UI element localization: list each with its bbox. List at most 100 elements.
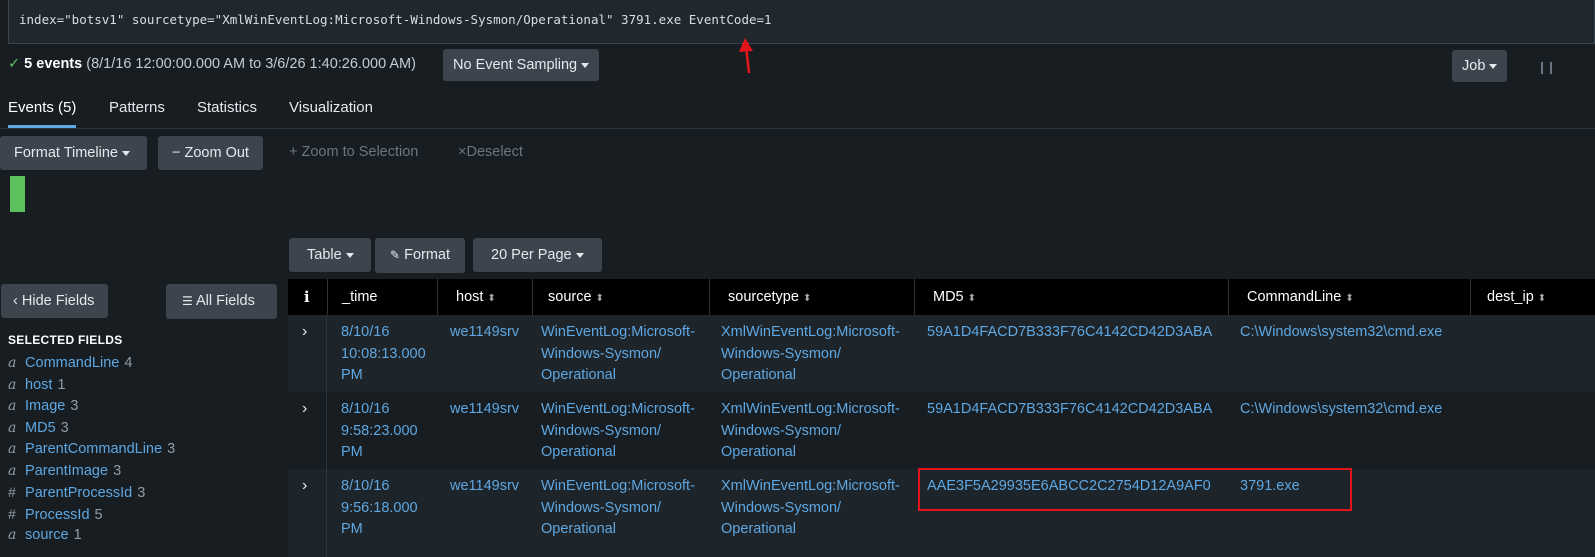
cell-source[interactable]: WinEventLog:Microsoft- Windows-Sysmon/ O… xyxy=(541,399,695,464)
chevron-left-icon: ‹ xyxy=(13,293,18,309)
zoom-to-selection-label: Zoom to Selection xyxy=(301,144,419,160)
field-count: 1 xyxy=(73,527,82,543)
per-page-dropdown[interactable]: 20 Per Page xyxy=(473,238,602,272)
field-type-icon: # xyxy=(8,484,16,500)
table-row: › 8/10/16 9:58:23.000 PM we1149srv WinEv… xyxy=(288,392,1595,469)
annotation-arrow-icon xyxy=(739,38,753,74)
format-timeline-dropdown[interactable]: Format Timeline xyxy=(0,136,147,170)
column-header-host[interactable]: host ⬍ xyxy=(437,279,532,316)
events-table: i _time host ⬍ source ⬍ sourcetype ⬍ MD5 ⬍ C… xyxy=(288,279,1595,557)
cell-md5[interactable]: 59A1D4FACD7B333F76C4142CD42D3ABA xyxy=(927,399,1212,421)
all-fields-label: All Fields xyxy=(196,293,255,309)
field-name[interactable]: CommandLine xyxy=(25,355,119,371)
hide-fields-label: Hide Fields xyxy=(21,293,95,309)
column-label: dest_ip xyxy=(1487,289,1534,305)
zoom-to-selection-button[interactable]: + Zoom to Selection xyxy=(289,144,418,160)
hide-fields-button[interactable]: ‹ Hide Fields xyxy=(1,284,109,318)
table-view-dropdown[interactable]: Table xyxy=(289,238,371,272)
field-source[interactable]: a source 1 xyxy=(8,525,175,547)
cell-sourcetype[interactable]: XmlWinEventLog:Microsoft- Windows-Sysmon… xyxy=(721,476,900,541)
event-status: ✓ 5 events (8/1/16 12:00:00.000 AM to 3/6… xyxy=(8,56,416,72)
tab-events[interactable]: Events (5) xyxy=(8,99,76,116)
field-name[interactable]: Image xyxy=(25,398,65,414)
field-name[interactable]: source xyxy=(25,527,69,543)
column-label: sourcetype xyxy=(728,289,799,305)
cell-sourcetype[interactable]: XmlWinEventLog:Microsoft- Windows-Sysmon… xyxy=(721,399,900,464)
field-parentcommandline[interactable]: a ParentCommandLine 3 xyxy=(8,439,175,461)
field-md5[interactable]: a MD5 3 xyxy=(8,418,175,440)
field-count: 3 xyxy=(60,419,69,436)
cell-md5[interactable]: 59A1D4FACD7B333F76C4142CD42D3ABA xyxy=(927,322,1212,344)
column-header-source[interactable]: source ⬍ xyxy=(532,279,709,316)
sort-icon: ⬍ xyxy=(802,293,812,304)
field-host[interactable]: a host 1 xyxy=(8,375,175,397)
chevron-right-icon[interactable]: › xyxy=(302,477,307,495)
column-header-commandline[interactable]: CommandLine ⬍ xyxy=(1228,279,1470,316)
sort-icon: ⬍ xyxy=(1345,293,1354,304)
field-name[interactable]: ParentProcessId xyxy=(25,485,132,501)
deselect-button[interactable]: ×Deselect xyxy=(458,144,523,160)
info-icon: i xyxy=(304,289,310,306)
checkmark-icon: ✓ xyxy=(8,56,21,72)
field-processid[interactable]: # ProcessId 5 xyxy=(8,504,175,526)
field-name[interactable]: ProcessId xyxy=(25,507,89,523)
all-fields-button[interactable]: ☰ All Fields xyxy=(166,284,277,319)
tab-patterns[interactable]: Patterns xyxy=(109,99,165,116)
selected-fields-title: SELECTED FIELDS xyxy=(8,333,123,347)
cell-commandline[interactable]: C:\Windows\system32\cmd.exe xyxy=(1240,399,1442,421)
chevron-right-icon[interactable]: › xyxy=(302,323,307,341)
field-name[interactable]: host xyxy=(25,377,52,393)
format-label: Format xyxy=(404,247,451,263)
field-type-icon: a xyxy=(8,527,17,543)
event-count: 5 events xyxy=(24,56,83,72)
cell-host[interactable]: we1149srv xyxy=(450,322,519,344)
cell-host[interactable]: we1149srv xyxy=(450,476,519,498)
format-timeline-label: Format Timeline xyxy=(14,145,118,161)
tab-statistics[interactable]: Statistics xyxy=(197,99,257,116)
cell-time[interactable]: 8/10/16 9:58:23.000 PM xyxy=(341,399,418,464)
timeline-bar[interactable] xyxy=(10,176,25,212)
field-parentprocessid[interactable]: # ParentProcessId 3 xyxy=(8,482,175,504)
field-type-icon: a xyxy=(8,376,17,393)
cell-commandline[interactable]: C:\Windows\system32\cmd.exe xyxy=(1240,322,1442,344)
column-header-time[interactable]: _time xyxy=(327,279,437,316)
cell-source[interactable]: WinEventLog:Microsoft- Windows-Sysmon/ O… xyxy=(541,322,695,387)
search-bar[interactable]: index="botsv1" sourcetype="XmlWinEventLo… xyxy=(8,0,1595,44)
field-name[interactable]: MD5 xyxy=(25,420,56,436)
sort-icon: ⬍ xyxy=(1537,293,1547,304)
event-sampling-label: No Event Sampling xyxy=(453,57,578,73)
field-image[interactable]: a Image 3 xyxy=(8,396,175,418)
field-parentimage[interactable]: a ParentImage 3 xyxy=(8,461,175,483)
caret-down-icon xyxy=(581,62,590,68)
column-label: CommandLine xyxy=(1247,289,1342,305)
column-header-sourcetype[interactable]: sourcetype ⬍ xyxy=(709,279,914,316)
event-sampling-dropdown[interactable]: No Event Sampling xyxy=(443,49,600,81)
cell-time[interactable]: 8/10/16 9:56:18.000 PM xyxy=(341,476,418,541)
tab-visualization[interactable]: Visualization xyxy=(289,99,373,116)
field-type-icon: a xyxy=(8,419,17,436)
pencil-icon: ✎ xyxy=(390,248,401,262)
field-type-icon: # xyxy=(8,505,16,522)
format-button[interactable]: ✎ Format xyxy=(375,238,466,273)
field-count: 4 xyxy=(124,355,133,371)
table-header: i _time host ⬍ source ⬍ sourcetype ⬍ MD5 ⬍ C… xyxy=(288,279,1595,316)
row-divider xyxy=(326,469,327,557)
column-label: host xyxy=(456,289,484,305)
field-name[interactable]: ParentImage xyxy=(25,463,108,479)
cell-time[interactable]: 8/10/16 10:08:13.000 PM xyxy=(341,322,426,387)
column-header-dest-ip[interactable]: dest_ip ⬍ xyxy=(1470,279,1595,316)
table-view-label: Table xyxy=(307,247,342,263)
column-header-md5[interactable]: MD5 ⬍ xyxy=(914,279,1228,316)
column-label: source xyxy=(548,289,592,305)
pause-icon[interactable]: ❙❙ xyxy=(1537,60,1556,74)
chevron-right-icon[interactable]: › xyxy=(302,400,307,418)
cell-source[interactable]: WinEventLog:Microsoft- Windows-Sysmon/ O… xyxy=(541,476,695,541)
field-name[interactable]: ParentCommandLine xyxy=(25,441,162,457)
cell-sourcetype[interactable]: XmlWinEventLog:Microsoft- Windows-Sysmon… xyxy=(721,322,900,387)
cell-host[interactable]: we1149srv xyxy=(450,399,519,421)
zoom-out-button[interactable]: − Zoom Out xyxy=(158,136,263,170)
job-dropdown[interactable]: Job xyxy=(1452,50,1508,82)
search-query[interactable]: index="botsv1" sourcetype="XmlWinEventLo… xyxy=(19,12,772,27)
field-commandline[interactable]: a CommandLine 4 xyxy=(8,353,175,375)
field-type-icon: a xyxy=(8,398,17,414)
